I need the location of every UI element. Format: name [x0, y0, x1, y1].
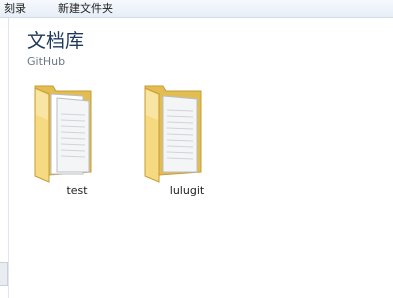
folder-icon: [144, 85, 202, 183]
folder-item-test[interactable]: test: [29, 80, 125, 205]
navigation-pane-edge: [0, 18, 9, 298]
folder-icon: [34, 85, 92, 183]
library-title: 文档库: [27, 30, 85, 52]
burn-button[interactable]: 刻录: [4, 0, 26, 17]
library-subtitle: GitHub: [27, 55, 66, 68]
navigation-scrollbar[interactable]: [0, 262, 8, 286]
new-folder-button[interactable]: 新建文件夹: [58, 0, 113, 17]
folder-item-lulugit[interactable]: lulugit: [139, 80, 235, 205]
folder-label-test: test: [66, 184, 88, 197]
folder-label-lulugit: lulugit: [169, 184, 205, 197]
toolbar: 刻录 新建文件夹: [0, 0, 393, 18]
